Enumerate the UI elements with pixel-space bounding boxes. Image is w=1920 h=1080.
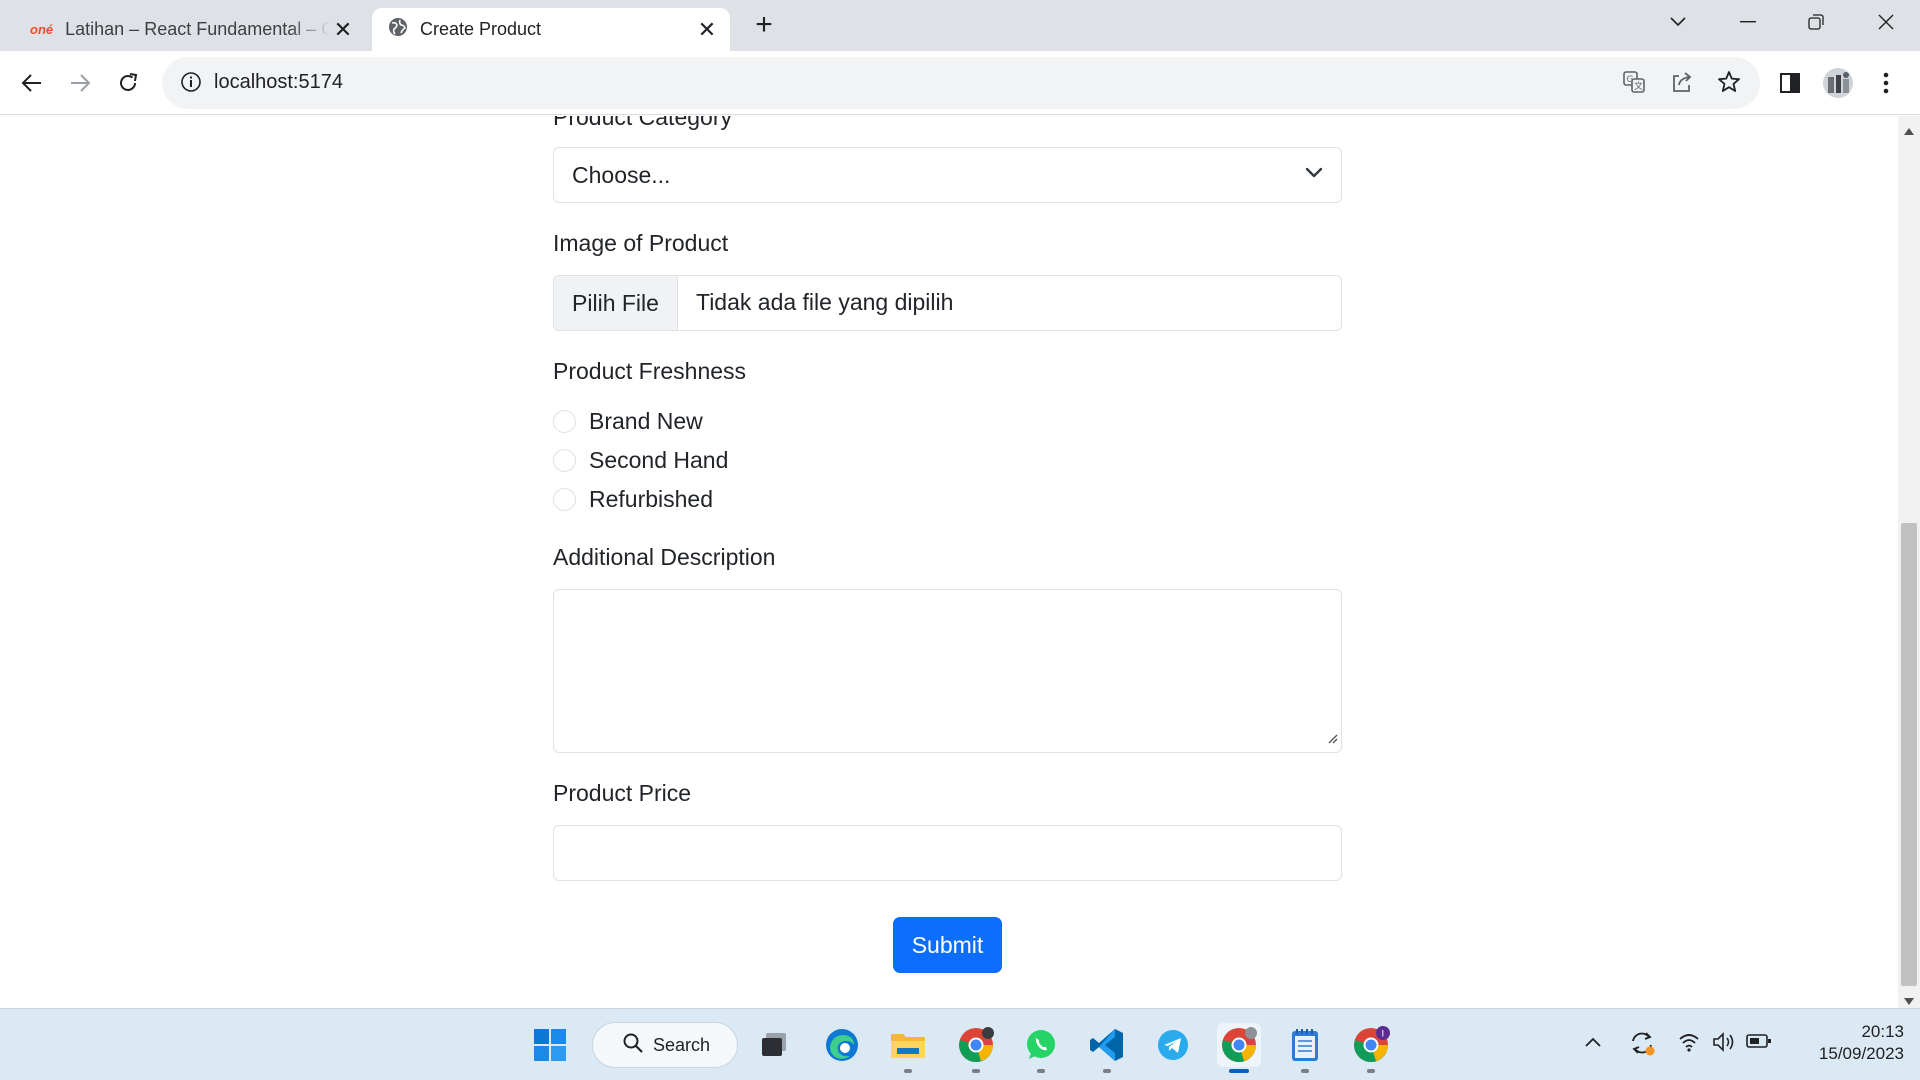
scroll-thumb[interactable] bbox=[1901, 523, 1917, 986]
radio-label: Brand New bbox=[589, 407, 703, 434]
info-icon[interactable] bbox=[180, 71, 202, 98]
file-explorer-icon[interactable] bbox=[886, 1023, 930, 1073]
battery-icon[interactable] bbox=[1746, 1033, 1772, 1054]
close-window-button[interactable] bbox=[1868, 8, 1904, 36]
clock-date: 15/09/2023 bbox=[1818, 1044, 1904, 1063]
share-icon[interactable] bbox=[1670, 70, 1694, 99]
running-indicator bbox=[1037, 1069, 1045, 1073]
back-button[interactable] bbox=[14, 65, 50, 101]
address-bar[interactable]: localhost:5174 G文 bbox=[162, 57, 1760, 109]
restore-button[interactable] bbox=[1798, 8, 1834, 36]
tab-title: Create Product bbox=[420, 19, 542, 39]
choose-file-button[interactable]: Pilih File bbox=[554, 276, 678, 330]
image-label: Image of Product bbox=[553, 230, 729, 256]
tab-favicon: oné bbox=[30, 22, 54, 37]
price-input[interactable] bbox=[553, 825, 1342, 881]
chevron-down-icon bbox=[1305, 166, 1323, 184]
taskbar-search[interactable]: Search bbox=[592, 1022, 738, 1068]
new-tab-button[interactable]: + bbox=[748, 10, 780, 42]
file-status-text: Tidak ada file yang dipilih bbox=[696, 289, 954, 315]
minimize-button[interactable] bbox=[1730, 8, 1766, 36]
search-label: Search bbox=[653, 1034, 711, 1055]
search-icon bbox=[623, 1033, 643, 1058]
tab-search-chevron-icon[interactable] bbox=[1660, 8, 1696, 36]
tab-title: Latihan – React Fundamental – O bbox=[65, 19, 330, 39]
url-text: localhost:5174 bbox=[214, 71, 343, 93]
price-label: Product Price bbox=[553, 780, 692, 806]
sync-icon[interactable] bbox=[1628, 1029, 1656, 1062]
task-view-icon[interactable] bbox=[752, 1023, 796, 1067]
wifi-icon[interactable] bbox=[1678, 1032, 1700, 1057]
profile-avatar[interactable] bbox=[1820, 65, 1856, 101]
close-icon[interactable]: ✕ bbox=[694, 17, 720, 43]
scroll-up-arrow-icon[interactable] bbox=[1904, 122, 1914, 140]
svg-text:I: I bbox=[1382, 1030, 1385, 1040]
forward-button[interactable] bbox=[62, 65, 98, 101]
image-file-input[interactable]: Pilih File Tidak ada file yang dipilih bbox=[553, 275, 1342, 331]
radio-button[interactable] bbox=[553, 448, 576, 472]
chrome-active-icon[interactable] bbox=[1217, 1023, 1261, 1073]
description-label: Additional Description bbox=[553, 544, 776, 570]
page-scrollbar[interactable] bbox=[1898, 116, 1920, 1008]
notepad-icon[interactable] bbox=[1283, 1023, 1327, 1073]
radio-refurbished[interactable]: Refurbished bbox=[553, 484, 713, 514]
category-selected-value: Choose... bbox=[572, 162, 671, 188]
tab-strip: oné Latihan – React Fundamental – O ✕ Cr… bbox=[0, 0, 1920, 51]
radio-label: Refurbished bbox=[589, 485, 714, 512]
submit-button[interactable]: Submit bbox=[893, 917, 1002, 973]
edge-icon[interactable] bbox=[820, 1023, 864, 1067]
radio-button[interactable] bbox=[553, 487, 576, 511]
description-textarea[interactable] bbox=[553, 589, 1342, 753]
tab-latihan[interactable]: oné Latihan – React Fundamental – O ✕ bbox=[16, 8, 366, 51]
whatsapp-icon[interactable] bbox=[1019, 1023, 1063, 1073]
bookmark-star-icon[interactable] bbox=[1717, 70, 1741, 99]
category-label: Product Category bbox=[553, 116, 732, 130]
radio-second-hand[interactable]: Second Hand bbox=[553, 445, 728, 475]
resize-handle-icon[interactable] bbox=[1326, 731, 1338, 749]
clock-time: 20:13 bbox=[1861, 1022, 1904, 1041]
running-indicator bbox=[1301, 1069, 1309, 1073]
radio-button[interactable] bbox=[553, 409, 576, 433]
windows-start-icon[interactable] bbox=[528, 1023, 572, 1067]
radio-brand-new[interactable]: Brand New bbox=[553, 406, 703, 436]
chrome-profile-icon[interactable]: I bbox=[1349, 1023, 1393, 1073]
category-select[interactable]: Choose... bbox=[553, 147, 1342, 203]
windows-taskbar: Search I 20:13 15/09/2023 bbox=[0, 1008, 1920, 1080]
volume-icon[interactable] bbox=[1712, 1032, 1736, 1057]
running-indicator bbox=[1367, 1069, 1375, 1073]
translate-icon[interactable]: G文 bbox=[1622, 70, 1646, 99]
vscode-icon[interactable] bbox=[1085, 1023, 1129, 1073]
close-icon[interactable]: ✕ bbox=[330, 17, 356, 43]
reload-button[interactable] bbox=[110, 65, 146, 101]
page-content: Product Category Choose... Image of Prod… bbox=[0, 116, 1898, 1008]
menu-kebab-icon[interactable] bbox=[1868, 65, 1904, 101]
running-indicator bbox=[972, 1069, 980, 1073]
side-panel-icon[interactable] bbox=[1772, 65, 1808, 101]
system-clock[interactable]: 20:13 15/09/2023 bbox=[1796, 1021, 1904, 1065]
globe-icon bbox=[388, 17, 408, 42]
chrome-icon[interactable] bbox=[954, 1023, 998, 1073]
telegram-icon[interactable] bbox=[1151, 1023, 1195, 1067]
tab-create-product[interactable]: Create Product ✕ bbox=[372, 8, 730, 51]
chevron-up-icon[interactable] bbox=[1584, 1035, 1602, 1053]
active-indicator bbox=[1229, 1069, 1249, 1073]
radio-label: Second Hand bbox=[589, 446, 729, 473]
running-indicator bbox=[904, 1069, 912, 1073]
freshness-label: Product Freshness bbox=[553, 358, 747, 384]
svg-text:文: 文 bbox=[1634, 80, 1643, 92]
browser-toolbar: localhost:5174 G文 bbox=[0, 51, 1920, 115]
running-indicator bbox=[1103, 1069, 1111, 1073]
